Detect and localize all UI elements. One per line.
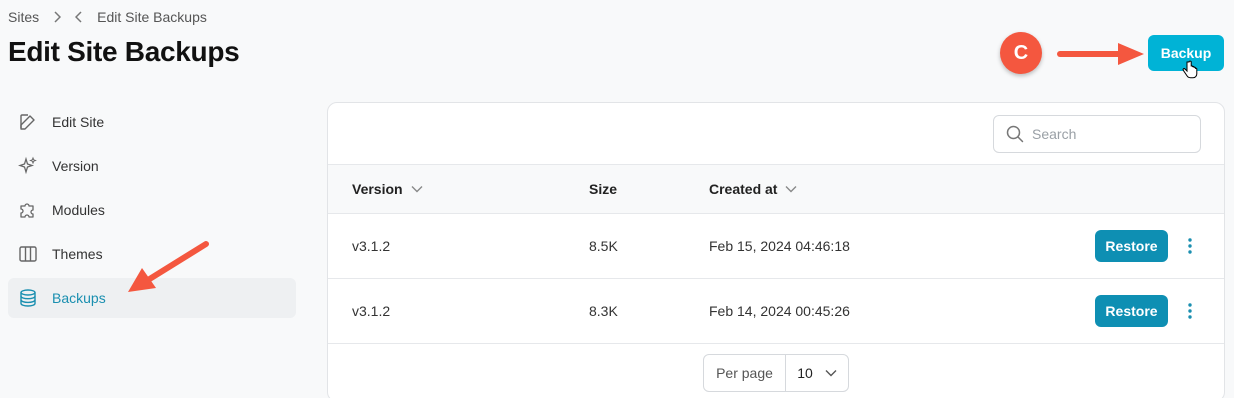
created-at-cell: Feb 14, 2024 00:45:26 [709,303,850,319]
more-options-icon[interactable] [1184,236,1196,256]
annotation-arrow-icon [1057,43,1144,65]
sidebar-item-label: Modules [52,202,105,218]
puzzle-icon [20,203,34,218]
table-header: Version Size Created at [328,164,1224,214]
per-page-select[interactable]: 10 [786,355,848,391]
database-icon [20,289,36,307]
size-cell: 8.3K [589,303,618,319]
restore-button[interactable]: Restore [1095,295,1168,327]
step-badge: C [1000,32,1042,74]
search-input[interactable] [1032,126,1182,142]
breadcrumb-current: Edit Site Backups [97,9,207,25]
column-label: Size [589,181,618,197]
chevron-left-icon[interactable] [75,11,83,23]
column-created-at[interactable]: Created at [709,165,797,213]
edit-icon [20,114,35,130]
columns-icon [19,246,37,262]
chevron-down-icon [785,186,797,193]
version-cell: v3.1.2 [352,238,391,254]
chevron-right-icon [54,11,62,23]
version-cell: v3.1.2 [352,303,391,319]
breadcrumb: Sites Edit Site Backups [8,9,207,25]
breadcrumb-sites-link[interactable]: Sites [8,9,39,25]
created-at-cell: Feb 15, 2024 04:46:18 [709,238,850,254]
size-cell: 8.5K [589,238,618,254]
chevron-down-icon [411,186,423,193]
sidebar-item-modules[interactable]: Modules [8,190,296,230]
table-row: v3.1.2 8.5K Feb 15, 2024 04:46:18 Restor… [328,214,1224,279]
search-icon [1006,125,1024,143]
more-options-icon[interactable] [1184,301,1196,321]
hand-cursor-icon [1182,60,1198,79]
column-version[interactable]: Version [352,165,423,213]
restore-button[interactable]: Restore [1095,230,1168,262]
chevron-down-icon [825,370,837,377]
per-page-label: Per page [704,355,786,391]
page-title: Edit Site Backups [8,36,240,67]
column-label: Created at [709,181,778,197]
sidebar-item-label: Edit Site [52,114,105,130]
column-label: Version [352,181,403,197]
sidebar-item-version[interactable]: Version [8,146,296,186]
table-row: v3.1.2 8.3K Feb 14, 2024 00:45:26 Restor… [328,279,1224,344]
backups-card: Version Size Created at v3.1.2 8.5K Feb … [327,102,1225,398]
per-page-value: 10 [797,365,813,381]
search-box[interactable] [993,115,1201,153]
sidebar-item-label: Themes [52,246,103,262]
sidebar-item-label: Backups [52,290,106,306]
column-size: Size [589,165,617,213]
annotation-arrow-icon [128,241,209,292]
per-page-selector: Per page 10 [703,354,849,392]
sidebar-item-label: Version [52,158,99,174]
sidebar-item-edit-site[interactable]: Edit Site [8,102,296,142]
sparkle-icon [18,156,37,175]
